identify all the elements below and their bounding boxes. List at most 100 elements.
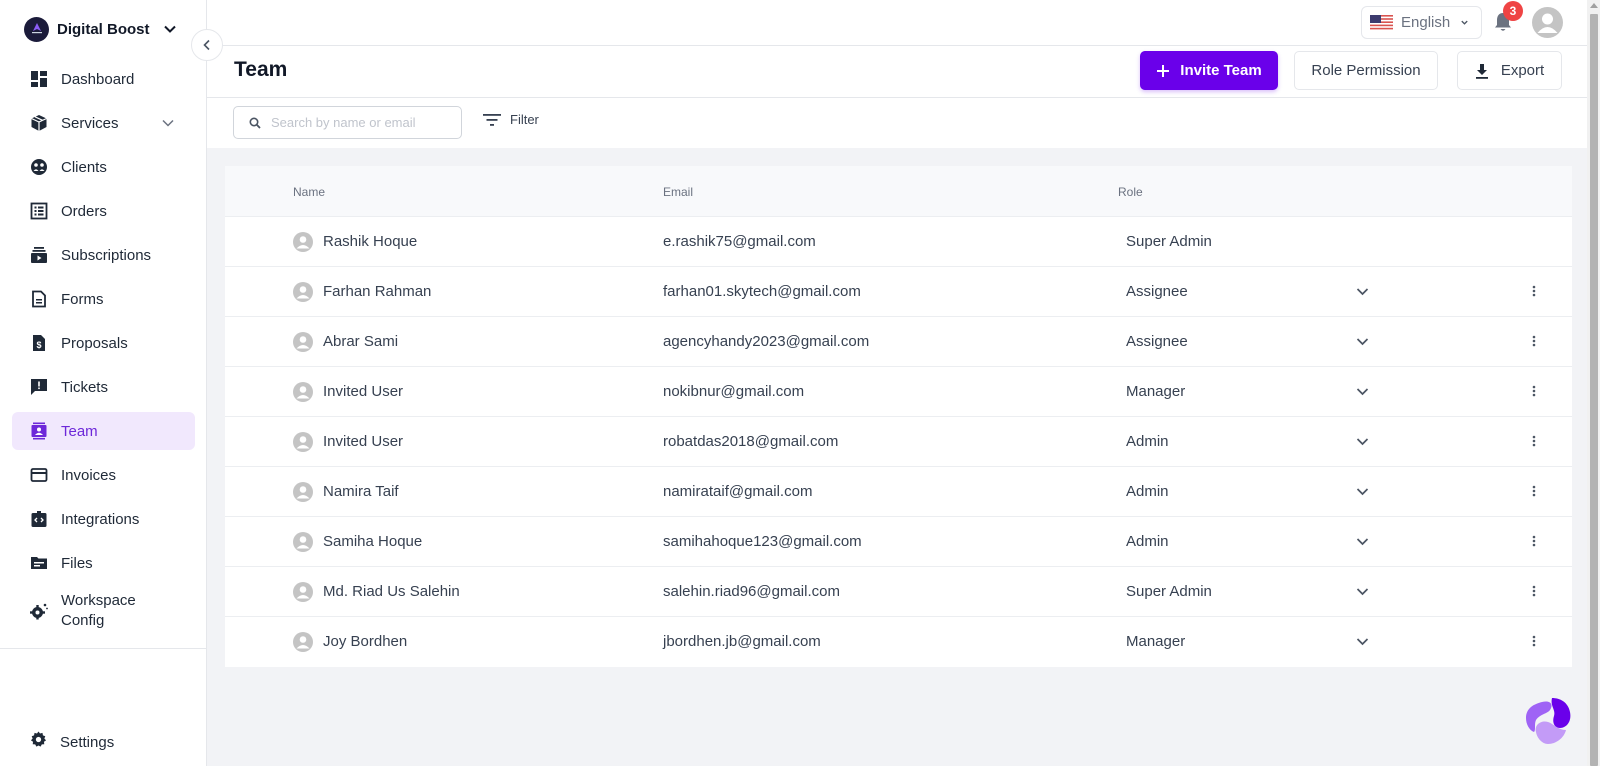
search-input[interactable] bbox=[271, 115, 451, 130]
invoices-icon bbox=[30, 466, 48, 484]
user-icon bbox=[1537, 13, 1558, 33]
row-actions-button[interactable] bbox=[1532, 283, 1536, 304]
chevron-down-icon[interactable] bbox=[161, 116, 175, 130]
row-actions-button[interactable] bbox=[1532, 483, 1536, 504]
member-avatar bbox=[293, 582, 313, 602]
sidebar-item-subscriptions[interactable]: Subscriptions bbox=[12, 236, 195, 274]
chevron-down-icon bbox=[163, 25, 176, 33]
more-vertical-icon bbox=[1532, 435, 1536, 447]
sidebar-item-label: Integrations bbox=[61, 510, 140, 528]
sidebar-item-orders[interactable]: Orders bbox=[12, 192, 195, 230]
member-avatar bbox=[293, 282, 313, 302]
row-actions-button[interactable] bbox=[1532, 433, 1536, 454]
chevron-down-icon bbox=[1356, 588, 1369, 596]
chat-widget-button[interactable] bbox=[1520, 692, 1576, 748]
user-icon bbox=[296, 436, 310, 449]
row-actions-button[interactable] bbox=[1532, 633, 1536, 654]
chevron-down-icon bbox=[1356, 288, 1369, 296]
page-scrollbar[interactable] bbox=[1587, 0, 1600, 766]
member-avatar bbox=[293, 532, 313, 552]
table-row: Abrar Sami agencyhandy2023@gmail.com Ass… bbox=[225, 317, 1572, 367]
role-dropdown-button[interactable] bbox=[1356, 635, 1369, 653]
member-email: namirataif@gmail.com bbox=[663, 483, 813, 500]
member-role: Admin bbox=[1126, 433, 1169, 450]
sidebar-item-clients[interactable]: Clients bbox=[12, 148, 195, 186]
table-row: Farhan Rahman farhan01.skytech@gmail.com… bbox=[225, 267, 1572, 317]
member-email: jbordhen.jb@gmail.com bbox=[663, 633, 821, 650]
sidebar-item-tickets[interactable]: Tickets bbox=[12, 368, 195, 406]
member-email: nokibnur@gmail.com bbox=[663, 383, 805, 400]
sidebar-item-files[interactable]: Files bbox=[12, 544, 195, 582]
member-avatar bbox=[293, 382, 313, 402]
clients-icon bbox=[30, 158, 48, 176]
search-box[interactable] bbox=[233, 106, 462, 139]
page-title: Team bbox=[234, 58, 288, 81]
team-table: Name Email Role Rashik Hoque e.rashik75@… bbox=[225, 166, 1572, 667]
role-dropdown-button[interactable] bbox=[1356, 535, 1369, 553]
more-vertical-icon bbox=[1532, 485, 1536, 497]
export-button[interactable]: Export bbox=[1457, 51, 1562, 90]
member-name: Abrar Sami bbox=[323, 333, 399, 350]
invite-team-button[interactable]: Invite Team bbox=[1140, 51, 1278, 90]
member-avatar bbox=[293, 632, 313, 652]
invite-team-label: Invite Team bbox=[1180, 62, 1262, 79]
table-row: Invited User nokibnur@gmail.com Manager bbox=[225, 367, 1572, 417]
member-name: Joy Bordhen bbox=[323, 633, 408, 650]
workspace-switcher[interactable]: Digital Boost bbox=[24, 16, 177, 42]
role-dropdown-button[interactable] bbox=[1356, 385, 1369, 403]
sidebar-item-workspace-config[interactable]: Workspace Config bbox=[12, 588, 195, 634]
sidebar-item-team[interactable]: Team bbox=[12, 412, 195, 450]
column-header-role[interactable]: Role bbox=[1118, 185, 1143, 199]
table-row: Samiha Hoque samihahoque123@gmail.com Ad… bbox=[225, 517, 1572, 567]
row-actions-button[interactable] bbox=[1532, 583, 1536, 604]
user-avatar[interactable] bbox=[1532, 7, 1563, 38]
role-dropdown-button[interactable] bbox=[1356, 585, 1369, 603]
team-icon bbox=[30, 422, 48, 440]
member-name: Namira Taif bbox=[323, 483, 399, 500]
member-email: salehin.riad96@gmail.com bbox=[663, 583, 840, 600]
sidebar-item-integrations[interactable]: Integrations bbox=[12, 500, 195, 538]
sidebar-item-proposals[interactable]: $ Proposals bbox=[12, 324, 195, 362]
column-header-email[interactable]: Email bbox=[663, 185, 693, 199]
role-dropdown-button[interactable] bbox=[1356, 335, 1369, 353]
member-name: Invited User bbox=[323, 383, 404, 400]
sidebar-item-settings[interactable]: Settings bbox=[30, 731, 114, 753]
row-actions-button[interactable] bbox=[1532, 533, 1536, 554]
more-vertical-icon bbox=[1532, 385, 1536, 397]
chevron-down-icon bbox=[1356, 638, 1369, 646]
sidebar-item-services[interactable]: Services bbox=[12, 104, 195, 142]
collapse-sidebar-button[interactable] bbox=[191, 29, 223, 61]
sidebar-item-invoices[interactable]: Invoices bbox=[12, 456, 195, 494]
sidebar-item-label: Workspace Config bbox=[61, 592, 136, 629]
scrollbar-thumb[interactable] bbox=[1590, 14, 1598, 766]
member-avatar bbox=[293, 432, 313, 452]
member-role: Manager bbox=[1126, 383, 1186, 400]
table-row: Invited User robatdas2018@gmail.com Admi… bbox=[225, 417, 1572, 467]
sidebar-item-forms[interactable]: Forms bbox=[12, 280, 195, 318]
language-selector[interactable]: English bbox=[1361, 6, 1482, 39]
role-dropdown-button[interactable] bbox=[1356, 435, 1369, 453]
role-dropdown-button[interactable] bbox=[1356, 285, 1369, 303]
plus-icon bbox=[1157, 64, 1170, 77]
column-header-name[interactable]: Name bbox=[293, 185, 325, 199]
user-icon bbox=[296, 636, 310, 649]
sidebar-item-label: Files bbox=[61, 554, 93, 572]
sidebar-nav: Dashboard Services Clients Orders Subscr… bbox=[12, 60, 195, 640]
forms-icon bbox=[30, 290, 48, 308]
table-row: Joy Bordhen jbordhen.jb@gmail.com Manage… bbox=[225, 617, 1572, 667]
orders-icon bbox=[30, 202, 48, 220]
more-vertical-icon bbox=[1532, 535, 1536, 547]
row-actions-button[interactable] bbox=[1532, 333, 1536, 354]
role-permission-button[interactable]: Role Permission bbox=[1294, 51, 1438, 90]
box-icon bbox=[30, 114, 48, 132]
member-avatar bbox=[293, 332, 313, 352]
role-dropdown-button[interactable] bbox=[1356, 485, 1369, 503]
scroll-up-arrow[interactable] bbox=[1590, 3, 1598, 8]
sidebar-item-label: Invoices bbox=[61, 466, 117, 484]
sidebar-item-dashboard[interactable]: Dashboard bbox=[12, 60, 195, 98]
row-actions-button[interactable] bbox=[1532, 383, 1536, 404]
integrations-icon bbox=[30, 510, 48, 528]
filter-button[interactable]: Filter bbox=[483, 112, 539, 127]
table-row: Rashik Hoque e.rashik75@gmail.com Super … bbox=[225, 217, 1572, 267]
sidebar: Digital Boost Dashboard Services Clients… bbox=[0, 0, 207, 766]
